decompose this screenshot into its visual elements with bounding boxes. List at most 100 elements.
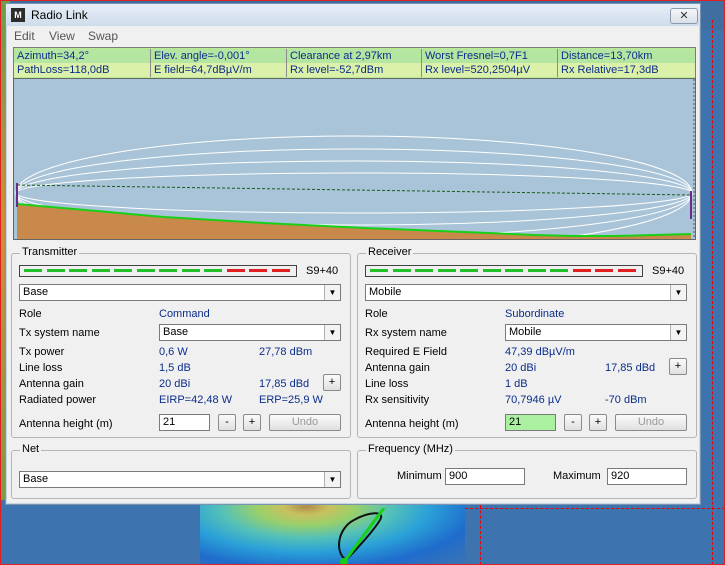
rx-level-dbm-cell: Rx level=-52,7dBm <box>287 63 422 77</box>
path-profile-graphic <box>14 79 695 239</box>
tx-unit-select[interactable]: Base ▼ <box>19 284 341 301</box>
menu-view[interactable]: View <box>49 29 75 43</box>
tx-unit-value: Base <box>23 286 49 298</box>
meter-segment <box>91 269 110 272</box>
tx-erp: ERP=25,9 W <box>259 394 323 406</box>
distance-cell: Distance=13,70km <box>558 49 695 63</box>
receiver-group: Receiver S9+40 Mobile ▼ Role Subordinate … <box>357 246 697 438</box>
transmitter-group: Transmitter S9+40 Base ▼ Role Command Tx … <box>11 246 351 438</box>
chevron-down-icon: ▼ <box>324 325 340 340</box>
rx-gain-plus-button[interactable]: + <box>669 358 687 375</box>
meter-segment <box>370 269 388 272</box>
chevron-down-icon: ▼ <box>670 285 686 300</box>
net-value: Base <box>23 473 49 485</box>
rx-system-select[interactable]: Mobile ▼ <box>505 324 687 341</box>
meter-segment <box>617 269 636 272</box>
tx-signal-meter <box>19 265 297 277</box>
rx-gain-dbi: 20 dBi <box>505 362 537 374</box>
grid-line <box>480 500 481 565</box>
meter-segment <box>415 269 433 272</box>
rx-height-minus-button[interactable]: - <box>564 414 582 431</box>
rx-efield-label: Required E Field <box>365 346 447 358</box>
transmitter-title: Transmitter <box>20 246 80 258</box>
tx-height-label: Antenna height (m) <box>19 418 113 430</box>
rx-unit-select[interactable]: Mobile ▼ <box>365 284 687 301</box>
tx-power-label: Tx power <box>19 346 65 358</box>
rx-system-value: Mobile <box>509 326 542 338</box>
rx-role-value: Subordinate <box>505 308 565 320</box>
chevron-down-icon: ▼ <box>324 472 340 487</box>
menu-edit[interactable]: Edit <box>14 29 35 43</box>
tx-gain-dbd: 17,85 dBd <box>259 378 310 390</box>
meter-segment <box>437 269 456 272</box>
tx-undo-button[interactable]: Undo <box>269 414 341 431</box>
path-profile-view <box>13 78 696 240</box>
tx-role-value: Command <box>159 308 210 320</box>
rx-efield-value: 47,39 dBµV/m <box>505 346 575 358</box>
freq-max-input[interactable]: 920 <box>607 468 687 485</box>
freq-min-label: Minimum <box>397 470 442 482</box>
rx-lineloss-label: Line loss <box>365 378 409 390</box>
meter-segment <box>226 269 245 272</box>
rx-height-input[interactable]: 21 <box>505 414 556 431</box>
efield-cell: E field=64,7dBµV/m <box>151 63 287 77</box>
meter-segment <box>392 269 411 272</box>
meter-segment <box>572 269 591 272</box>
rx-height-plus-button[interactable]: + <box>589 414 607 431</box>
frequency-title: Frequency (MHz) <box>366 443 455 455</box>
rx-gain-label: Antenna gain <box>365 362 430 374</box>
antenna-pattern-icon <box>338 508 386 565</box>
tx-lineloss-label: Line loss <box>19 362 63 374</box>
tx-gain-label: Antenna gain <box>19 378 84 390</box>
tx-height-minus-button[interactable]: - <box>218 414 236 431</box>
fresnel-cell: Worst Fresnel=0,7F1 <box>422 49 558 63</box>
freq-min-input[interactable]: 900 <box>445 468 525 485</box>
tx-height-input[interactable]: 21 <box>159 414 210 431</box>
rx-height-label: Antenna height (m) <box>365 418 459 430</box>
tx-height-plus-button[interactable]: + <box>243 414 261 431</box>
net-group: Net Base ▼ <box>11 443 351 499</box>
meter-segment <box>159 269 177 272</box>
receiver-title: Receiver <box>366 246 414 258</box>
rx-system-label: Rx system name <box>365 327 447 339</box>
tx-system-value: Base <box>163 326 189 338</box>
title-bar[interactable]: M Radio Link ✕ <box>6 4 700 26</box>
net-title: Net <box>20 443 42 455</box>
pathloss-cell: PathLoss=118,0dB <box>14 63 151 77</box>
tx-system-label: Tx system name <box>19 327 100 339</box>
meter-segment <box>595 269 613 272</box>
rx-level-uv-cell: Rx level=520,2504µV <box>422 63 558 77</box>
net-select[interactable]: Base ▼ <box>19 471 341 488</box>
menu-bar: Edit View Swap <box>6 27 700 45</box>
rx-relative-cell: Rx Relative=17,3dB <box>558 63 695 77</box>
rx-signal-meter <box>365 265 643 277</box>
rx-sensitivity-dbm: -70 dBm <box>605 394 647 406</box>
link-info-grid: Azimuth=34,2° Elev. angle=-0,001° Cleara… <box>13 47 696 79</box>
meter-segment <box>527 269 546 272</box>
tx-radiated-label: Radiated power <box>19 394 97 406</box>
rx-undo-button[interactable]: Undo <box>615 414 687 431</box>
rx-role-label: Role <box>365 308 388 320</box>
freq-max-label: Maximum <box>553 470 601 482</box>
chevron-down-icon: ▼ <box>324 285 340 300</box>
meter-segment <box>505 269 523 272</box>
meter-segment <box>482 269 501 272</box>
close-button[interactable]: ✕ <box>670 8 698 24</box>
tx-gain-plus-button[interactable]: + <box>323 374 341 391</box>
tx-system-select[interactable]: Base ▼ <box>159 324 341 341</box>
menu-swap[interactable]: Swap <box>88 29 118 43</box>
rx-lineloss-value: 1 dB <box>505 378 528 390</box>
grid-line <box>465 508 725 509</box>
rx-sensitivity-uv: 70,7946 µV <box>505 394 562 406</box>
meter-segment <box>271 269 290 272</box>
rx-sensitivity-label: Rx sensitivity <box>365 394 430 406</box>
radio-link-window: M Radio Link ✕ Edit View Swap Azimuth=34… <box>5 3 701 505</box>
meter-segment <box>550 269 568 272</box>
tx-eirp: EIRP=42,48 W <box>159 394 233 406</box>
meter-segment <box>69 269 87 272</box>
tx-gain-dbi: 20 dBi <box>159 378 191 390</box>
radio-mobile-app-icon: M <box>11 8 25 22</box>
tx-meter-label: S9+40 <box>306 265 339 277</box>
elevation-cell: Elev. angle=-0,001° <box>151 49 287 63</box>
tx-power-w: 0,6 W <box>159 346 188 358</box>
